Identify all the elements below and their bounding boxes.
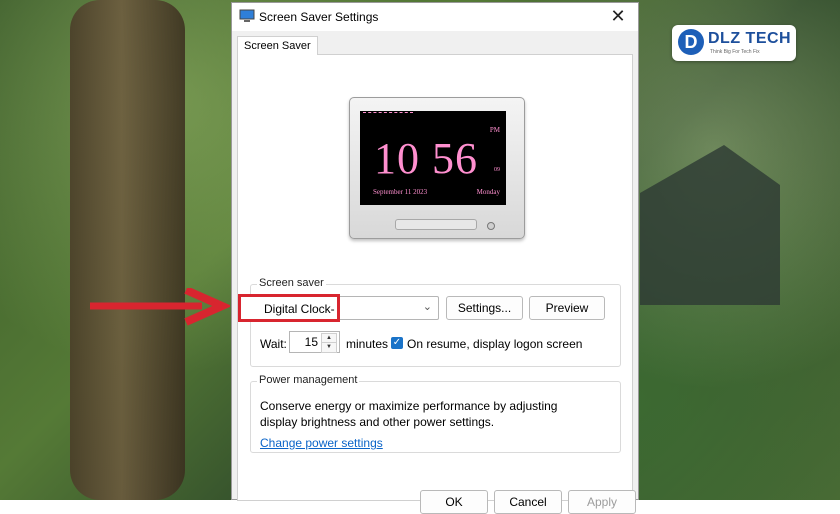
logo-name: DLZ TECH	[708, 30, 792, 47]
monitor-power-button-icon	[487, 222, 495, 230]
power-management-group-label: Power management	[257, 374, 360, 386]
wait-label: Wait:	[260, 337, 287, 351]
screen-saver-select[interactable]: Digital Clock- ⌄	[239, 296, 439, 320]
monitor-stand	[395, 219, 477, 230]
resume-label: On resume, display logon screen	[407, 337, 583, 351]
screen-saver-app-icon	[239, 9, 255, 22]
cancel-button[interactable]: Cancel	[494, 490, 562, 514]
change-power-settings-link[interactable]: Change power settings	[260, 436, 383, 450]
tab-panel: PM 10 56 09 September 11 2023 Monday Scr…	[237, 54, 633, 501]
preview-monitor: PM 10 56 09 September 11 2023 Monday	[349, 97, 525, 239]
wait-value: 15	[304, 335, 318, 349]
dlz-tech-logo: D DLZ TECH Think Big For Tech Fix	[672, 25, 796, 61]
red-arrow-annotation	[90, 288, 230, 326]
spin-down-icon[interactable]: ▼	[321, 342, 337, 353]
tab-screen-saver[interactable]: Screen Saver	[237, 36, 318, 55]
close-icon[interactable]: ✕	[606, 5, 630, 29]
apply-button[interactable]: Apply	[568, 490, 636, 514]
screen-top-dots	[363, 112, 413, 115]
resume-checkbox[interactable]: ✓	[391, 337, 403, 349]
clock-date: September 11 2023	[373, 188, 428, 196]
screen-saver-dialog: Screen Saver Settings ✕ Screen Saver PM …	[231, 2, 639, 514]
clock-time: 10 56	[374, 134, 478, 183]
clock-ampm: PM	[489, 126, 500, 134]
minutes-label: minutes	[346, 337, 389, 351]
clock-seconds: 09	[494, 167, 500, 173]
preview-screen: PM 10 56 09 September 11 2023 Monday	[360, 111, 506, 205]
preview-button[interactable]: Preview	[529, 296, 605, 320]
settings-button[interactable]: Settings...	[446, 296, 523, 320]
power-description: Conserve energy or maximize performance …	[260, 399, 558, 429]
logo-mark: D	[678, 29, 704, 55]
logo-tagline: Think Big For Tech Fix	[710, 49, 760, 55]
clock-day: Monday	[476, 188, 500, 196]
screen-saver-select-value: Digital Clock-	[264, 302, 335, 316]
screen-saver-group-label: Screen saver	[257, 277, 326, 289]
wait-minutes-spinner[interactable]: 15 ▲ ▼	[289, 331, 340, 353]
window-title: Screen Saver Settings	[259, 10, 379, 24]
title-bar: Screen Saver Settings ✕	[232, 3, 638, 31]
ok-button[interactable]: OK	[420, 490, 488, 514]
tree-trunk	[70, 0, 185, 500]
chevron-down-icon: ⌄	[422, 301, 432, 313]
